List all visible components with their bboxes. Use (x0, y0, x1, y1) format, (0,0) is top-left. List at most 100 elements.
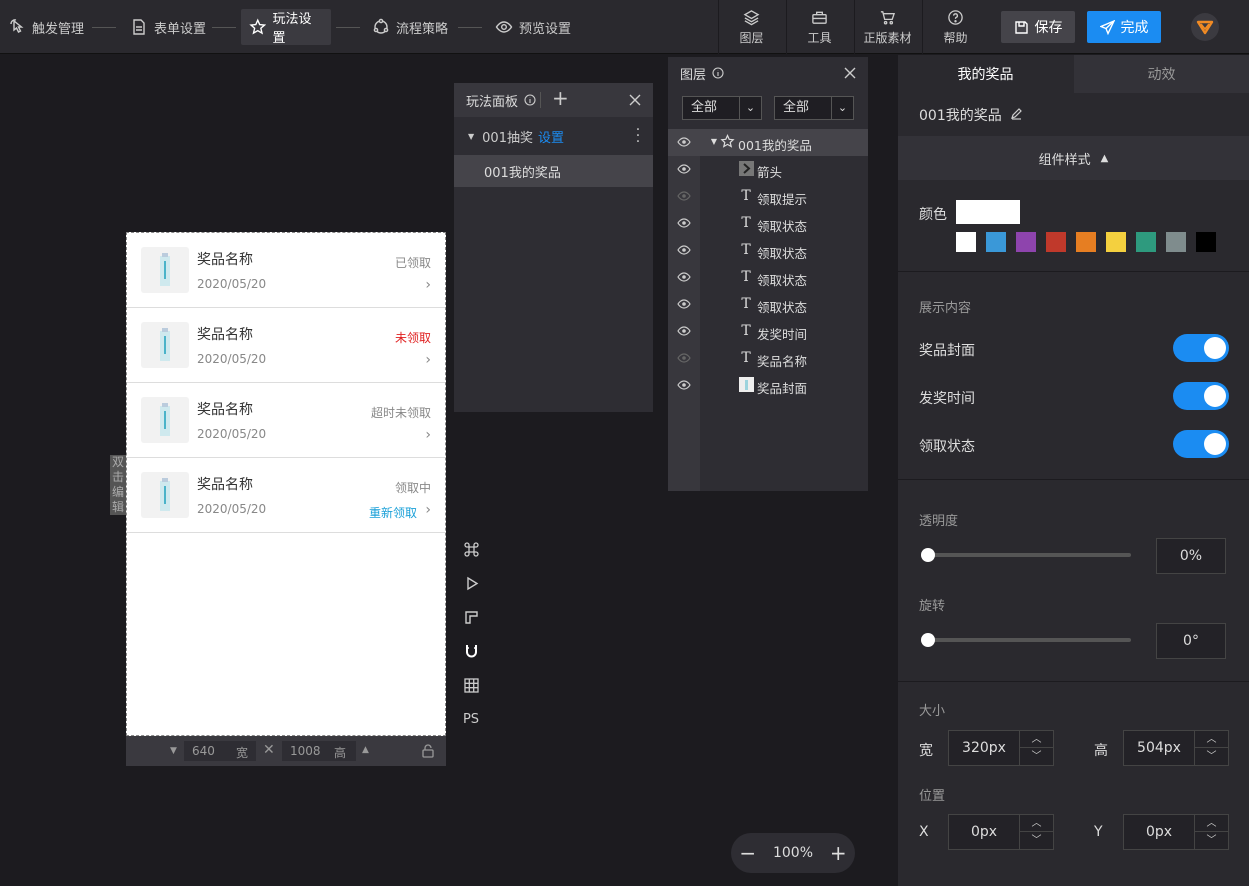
close-icon[interactable] (629, 94, 641, 106)
opacity-slider-handle[interactable] (921, 548, 935, 562)
y-stepper[interactable]: ︿ ﹀ (1194, 815, 1228, 849)
component-name[interactable]: 001我的奖品 (919, 105, 1023, 125)
tab-animation[interactable]: 动效 (1074, 55, 1249, 93)
tab-my-prizes[interactable]: 我的奖品 (898, 55, 1073, 93)
tool-help[interactable]: 帮助 (922, 0, 988, 54)
zoom-out-button[interactable]: − (739, 841, 756, 865)
chevron-right-icon[interactable]: › (425, 277, 431, 293)
phone-canvas[interactable]: 奖品名称 2020/05/20 已领取 › 奖品名称 2020/05/20 未领… (126, 232, 446, 736)
rotate-slider-handle[interactable] (921, 633, 935, 647)
width-stepper[interactable]: ︿ ﹀ (1019, 731, 1053, 765)
eye-icon[interactable] (677, 217, 691, 229)
color-swatch[interactable] (986, 232, 1006, 252)
lock-icon[interactable] (421, 744, 435, 758)
step-trigger[interactable]: 触发管理 (0, 9, 92, 45)
y-input[interactable]: 0px ︿ ﹀ (1123, 814, 1229, 850)
eye-icon[interactable] (677, 379, 691, 391)
chevron-down-icon[interactable]: ﹀ (1195, 748, 1228, 765)
eye-icon[interactable] (677, 136, 691, 148)
eye-icon[interactable] (677, 271, 691, 283)
play-group-row[interactable]: ▼ 001抽奖 设置 · · · (454, 117, 653, 155)
prize-item[interactable]: 奖品名称 2020/05/20 已领取 › (127, 233, 445, 308)
layer-row[interactable]: T 发奖时间 (668, 318, 868, 345)
prize-item[interactable]: 奖品名称 2020/05/20 未领取 › (127, 308, 445, 383)
rotate-slider[interactable] (925, 638, 1131, 642)
color-swatch[interactable] (1196, 232, 1216, 252)
chevron-down-icon[interactable]: ﹀ (1020, 748, 1053, 765)
ps-import-button[interactable]: PS (460, 702, 482, 736)
color-swatch[interactable] (1076, 232, 1096, 252)
info-icon[interactable] (524, 94, 536, 106)
layer-row[interactable]: 箭头 (668, 156, 868, 183)
play-item-row[interactable]: 001我的奖品 (454, 155, 653, 187)
zoom-in-button[interactable]: + (830, 841, 847, 865)
chevron-up-icon[interactable]: ︿ (1195, 815, 1228, 832)
color-swatch[interactable] (1166, 232, 1186, 252)
chevron-right-icon[interactable]: › (425, 502, 431, 518)
color-swatch[interactable] (1046, 232, 1066, 252)
save-button[interactable]: 保存 (1001, 11, 1075, 43)
eye-icon[interactable] (677, 163, 691, 175)
brand-logo-icon[interactable] (1190, 12, 1220, 42)
ruler-icon[interactable] (460, 600, 482, 634)
opacity-slider[interactable] (925, 553, 1131, 557)
tool-materials[interactable]: 正版素材 (854, 0, 920, 54)
layer-row[interactable]: T 领取状态 (668, 237, 868, 264)
chevron-right-icon[interactable]: › (425, 352, 431, 368)
layer-row[interactable]: T 领取状态 (668, 210, 868, 237)
chevron-up-icon[interactable]: ︿ (1195, 731, 1228, 748)
current-color-swatch[interactable] (956, 200, 1020, 224)
reclaim-link[interactable]: 重新领取 (369, 504, 417, 521)
layer-row[interactable]: T 领取状态 (668, 264, 868, 291)
caret-up-icon[interactable]: ▲ (362, 745, 369, 755)
step-preview[interactable]: 预览设置 (487, 9, 579, 45)
step-form[interactable]: 表单设置 (122, 9, 214, 45)
group-settings-link[interactable]: 设置 (538, 127, 564, 146)
toggle-cover-switch[interactable] (1173, 334, 1229, 362)
edit-icon[interactable] (1010, 107, 1023, 120)
color-swatch[interactable] (1136, 232, 1156, 252)
caret-down-icon[interactable]: ▼ (170, 746, 177, 756)
tool-layers[interactable]: 图层 (718, 0, 784, 54)
add-icon[interactable]: + (552, 86, 569, 110)
eye-icon[interactable] (677, 298, 691, 310)
eye-icon[interactable] (677, 325, 691, 337)
opacity-input[interactable]: 0% (1156, 538, 1226, 574)
height-input[interactable]: 504px ︿ ﹀ (1123, 730, 1229, 766)
layer-row[interactable]: T 领取提示 (668, 183, 868, 210)
color-swatch[interactable] (1016, 232, 1036, 252)
x-stepper[interactable]: ︿ ﹀ (1019, 815, 1053, 849)
eye-icon[interactable] (677, 190, 691, 202)
toggle-status-switch[interactable] (1173, 430, 1229, 458)
rotate-input[interactable]: 0° (1156, 623, 1226, 659)
more-icon[interactable]: · · · (635, 123, 640, 149)
double-click-edit-hint[interactable]: 双击编辑 (110, 455, 126, 515)
done-button[interactable]: 完成 (1087, 11, 1161, 43)
tool-tools[interactable]: 工具 (786, 0, 852, 54)
x-input[interactable]: 0px ︿ ﹀ (948, 814, 1054, 850)
color-swatch[interactable] (1106, 232, 1126, 252)
prize-item[interactable]: 奖品名称 2020/05/20 领取中 重新领取 › (127, 458, 445, 533)
chevron-down-icon[interactable]: ﹀ (1020, 832, 1053, 849)
step-play[interactable]: 玩法设置 (241, 9, 331, 46)
play-icon[interactable] (460, 566, 482, 600)
component-style-section[interactable]: 组件样式 ▲ (898, 136, 1249, 180)
close-icon[interactable] (844, 67, 856, 79)
height-stepper[interactable]: ︿ ﹀ (1194, 731, 1228, 765)
eye-icon[interactable] (677, 244, 691, 256)
caret-down-icon[interactable]: ▼ (468, 132, 474, 141)
width-input[interactable]: 320px ︿ ﹀ (948, 730, 1054, 766)
grid-icon[interactable] (460, 668, 482, 702)
chevron-right-icon[interactable]: › (425, 427, 431, 443)
layer-filter-type-select[interactable]: 全部 ⌄ (682, 96, 762, 120)
layer-row[interactable]: ▼ 001我的奖品 (668, 129, 868, 156)
magnet-icon[interactable] (460, 634, 482, 668)
chevron-up-icon[interactable]: ︿ (1020, 731, 1053, 748)
step-flow[interactable]: 流程策略 (364, 9, 456, 45)
info-icon[interactable] (712, 67, 724, 79)
color-swatch[interactable] (956, 232, 976, 252)
layer-row[interactable]: T 奖品名称 (668, 345, 868, 372)
toggle-time-switch[interactable] (1173, 382, 1229, 410)
chevron-up-icon[interactable]: ︿ (1020, 815, 1053, 832)
layer-filter-state-select[interactable]: 全部 ⌄ (774, 96, 854, 120)
